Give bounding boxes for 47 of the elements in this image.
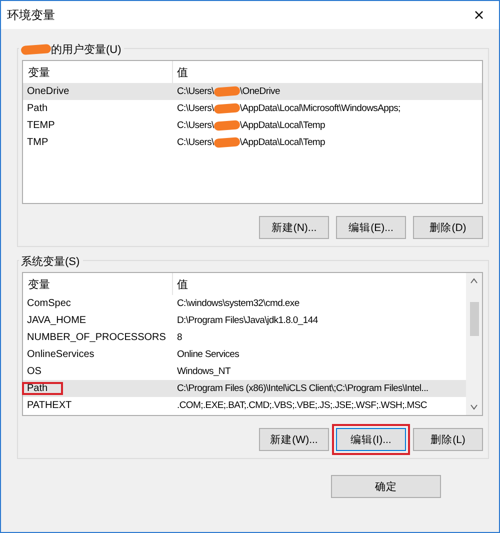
variable-row[interactable]: PATHEXT .COM;.EXE;.BAT;.CMD;.VBS;.VBE;.JS;.JSE;.WSF;.WSH;.MSC [23,397,466,414]
close-button[interactable]: × [459,1,499,29]
dialog-button[interactable]: 删除(L) [413,428,483,451]
variable-value: .COM;.EXE;.BAT;.CMD;.VBS;.VBE;.JS;.JSE;.WSF;.WSH;.MSC [176,400,428,411]
column-header[interactable]: 变量 [23,273,173,295]
variable-value: 8 [176,332,183,343]
variable-name: Path [26,103,48,114]
group-label: 的用户变量(U) [51,42,122,56]
variable-row[interactable]: TEMP C:\Users\ \AppData\Local\Temp [23,117,482,134]
variable-value: C:\windows\system32\cmd.exe [176,298,300,309]
variable-value: C:\Users\ \AppData\Local\Microsoft\WindowsApps; [176,103,402,114]
variable-value: C:\Users\ \AppData\Local\Temp [176,120,326,131]
variable-name: NUMBER_OF_PROCESSORS [26,332,166,343]
variable-name: OS [26,366,42,377]
dialog-button[interactable]: 编辑(E)... [336,216,406,239]
variable-row[interactable]: OS Windows_NT [23,363,466,380]
variable-name: ComSpec [26,298,71,309]
variable-name: JAVA_HOME [26,315,86,326]
column-header[interactable]: 值 [173,273,466,295]
variable-name: OneDrive [26,86,70,97]
variable-value: Windows_NT [176,366,232,377]
dialog-button[interactable]: 删除(D) [413,216,483,239]
variable-row[interactable]: Path C:\Program Files (x86)\Intel\iCLS Client\;C:\Program Files\Intel... [23,380,466,397]
ok-button[interactable]: 确定 [331,475,441,498]
variable-value: D:\Program Files\Java\jdk1.8.0_144 [176,315,319,326]
variable-value: C:\Users\ \OneDrive [176,86,281,97]
variable-row[interactable]: NUMBER_OF_PROCESSORS 8 [23,329,466,346]
variable-name: OnlineServices [26,349,94,360]
variable-list[interactable]: 变量 值 OneDrive C:\Users\ \OneDrive Path C:\Users\ \AppData\Local\Microsoft\WindowsApps; TEMP C:\Users\ \AppData\Local\Temp TMP C:\Users\ \AppData\Local\Temp [22,60,483,204]
group-label: 系统变量(S) [21,254,80,268]
variable-row[interactable]: JAVA_HOME D:\Program Files\Java\jdk1.8.0_144 [23,312,466,329]
variable-row[interactable]: OneDrive C:\Users\ \OneDrive [23,83,482,100]
variable-value: C:\Users\ \AppData\Local\Temp [176,137,326,148]
dialog-button[interactable]: 新建(N)... [259,216,329,239]
variable-row[interactable]: TMP C:\Users\ \AppData\Local\Temp [23,134,482,151]
variable-value: Online Services [176,349,240,360]
variable-row[interactable]: Path C:\Users\ \AppData\Local\Microsoft\WindowsApps; [23,100,482,117]
column-header[interactable]: 值 [173,61,482,83]
variable-name: Path [23,383,62,394]
variable-name: TEMP [26,120,55,131]
variable-value: C:\Program Files (x86)\Intel\iCLS Client\;C:\Program Files\Intel... [176,383,430,394]
variable-name: PATHEXT [26,400,72,411]
variable-row[interactable]: ComSpec C:\windows\system32\cmd.exe [23,295,466,312]
window-title: 环境变量 [7,6,55,24]
variable-row[interactable]: OnlineServices Online Services [23,346,466,363]
variable-name: TMP [26,137,48,148]
dialog-button[interactable]: 新建(W)... [259,428,329,451]
